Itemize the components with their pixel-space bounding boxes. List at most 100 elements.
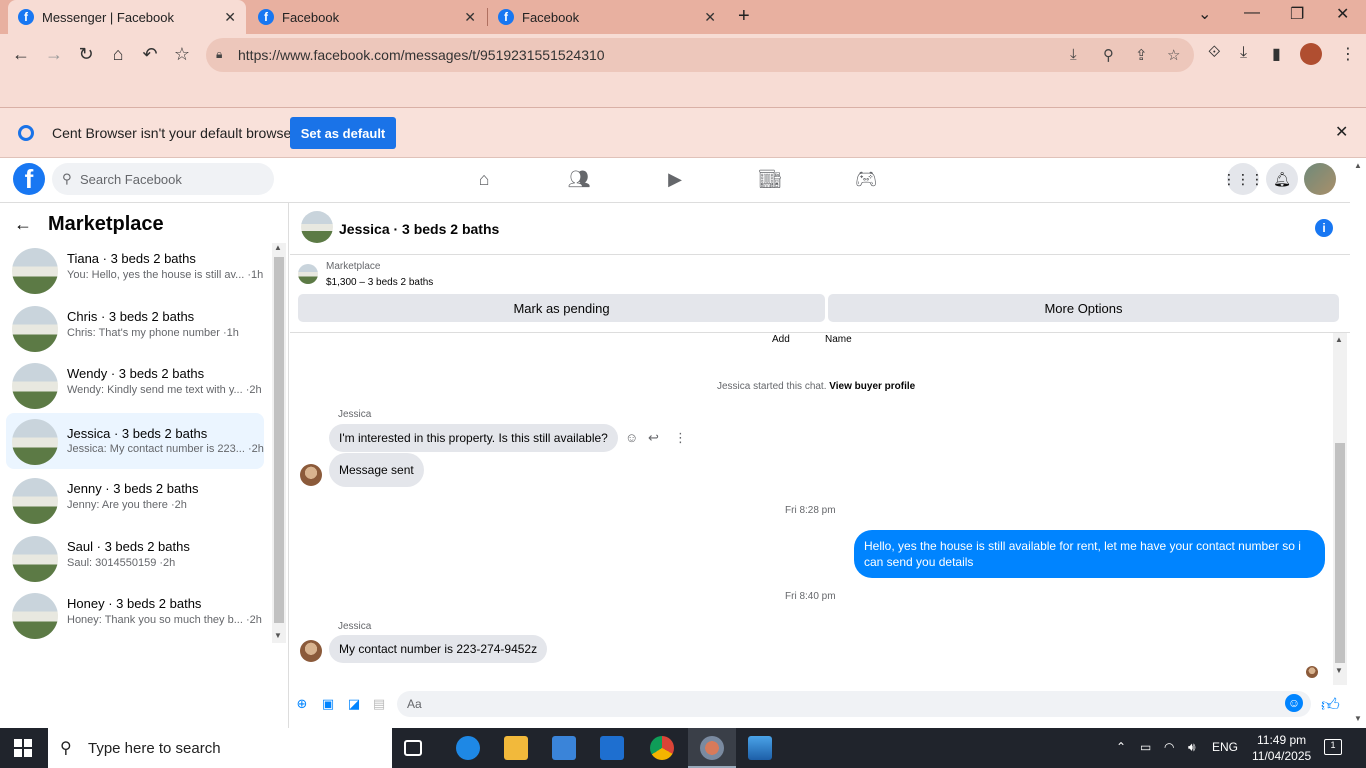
share-icon[interactable]: ⇪ [1135, 46, 1148, 64]
account-avatar[interactable] [1304, 163, 1336, 195]
sender-avatar[interactable] [300, 640, 322, 662]
incoming-message[interactable]: My contact number is 223-274-9452z [329, 635, 548, 663]
wifi-icon[interactable]: ◠ [1164, 740, 1174, 754]
conversation-item-selected[interactable]: Jessica · 3 beds 2 baths Jessica: My con… [6, 413, 264, 469]
sticker-icon[interactable]: ◪ [345, 696, 363, 714]
notifications-bell-icon[interactable]: 🔔︎ [1266, 163, 1298, 195]
install-app-icon[interactable]: ⤓ [1070, 46, 1077, 63]
more-options-button[interactable]: More Options [828, 294, 1339, 322]
chrome-icon[interactable] [650, 736, 674, 760]
facebook-search-input[interactable]: ⚲ Search Facebook [52, 163, 274, 195]
restore-icon[interactable]: ❐ [1290, 4, 1304, 24]
watch-nav-icon[interactable]: ▶ [663, 169, 687, 191]
scroll-down-icon[interactable]: ▼ [1335, 666, 1343, 675]
scroll-down-icon[interactable]: ▼ [1354, 714, 1362, 723]
volume-icon[interactable]: 🔊︎ [1188, 740, 1196, 755]
tab-close-icon[interactable]: ✕ [464, 9, 476, 26]
menu-grid-icon[interactable]: ⋮⋮⋮ [1222, 163, 1264, 195]
address-url[interactable]: https://www.facebook.com/messages/t/9519… [238, 47, 605, 63]
marketplace-nav-icon[interactable]: 🏬︎ [758, 169, 782, 191]
file-explorer-icon[interactable] [504, 736, 528, 760]
photos-icon[interactable] [748, 736, 772, 760]
chat-title[interactable]: Jessica · 3 beds 2 baths [339, 221, 499, 237]
bookmark-star-icon[interactable]: ☆ [171, 44, 193, 65]
sender-avatar[interactable] [300, 464, 322, 486]
incoming-message[interactable]: Message sent [329, 453, 424, 487]
tab-search-chevron-icon[interactable]: ⌄ [1198, 4, 1211, 24]
cent-browser-icon[interactable] [700, 736, 724, 760]
conversation-scrollbar[interactable]: ▲ ▼ [272, 243, 286, 643]
minimize-icon[interactable]: — [1244, 4, 1260, 22]
tab-close-icon[interactable]: ✕ [704, 9, 716, 26]
conversation-item[interactable]: Honey · 3 beds 2 baths Honey: Thank you … [6, 589, 264, 645]
scroll-up-icon[interactable]: ▲ [1354, 161, 1362, 170]
tab-messenger[interactable]: f Messenger | Facebook ✕ [8, 0, 246, 34]
scroll-up-icon[interactable]: ▲ [274, 243, 282, 252]
download-icon[interactable]: ⤓ [1240, 44, 1247, 62]
back-arrow-icon[interactable]: ← [14, 214, 32, 235]
back-icon[interactable]: ← [10, 44, 32, 65]
crop-screenshot-icon[interactable]: ⟐ [1208, 44, 1221, 62]
incoming-message[interactable]: I'm interested in this property. Is this… [329, 424, 618, 452]
task-view-icon[interactable] [404, 740, 422, 756]
info-icon[interactable]: i [1315, 219, 1333, 237]
conversation-item[interactable]: Saul · 3 beds 2 baths Saul: 3014550159 ·… [6, 532, 264, 588]
edge-icon[interactable] [456, 736, 480, 760]
home-nav-icon[interactable]: ⌂ [472, 169, 496, 191]
chat-listing-avatar[interactable] [301, 211, 333, 243]
new-tab-icon[interactable]: + [738, 5, 750, 28]
page-scrollbar[interactable]: ▲ ▼ [1350, 159, 1366, 728]
taskbar-clock[interactable]: 11:49 pm 11/04/2025 [1252, 732, 1311, 764]
outgoing-message[interactable]: Hello, yes the house is still available … [854, 530, 1325, 578]
conversation-item[interactable]: Wendy · 3 beds 2 baths Wendy: Kindly sen… [6, 359, 264, 415]
battery-icon[interactable]: ▭ [1140, 740, 1151, 754]
window-close-icon[interactable]: ✕ [1336, 4, 1349, 24]
set-as-default-button[interactable]: Set as default [290, 117, 396, 149]
reply-icon[interactable]: ↩ [648, 430, 659, 446]
language-indicator[interactable]: ENG [1212, 740, 1238, 754]
scroll-down-icon[interactable]: ▼ [274, 631, 282, 640]
mark-as-pending-button[interactable]: Mark as pending [298, 294, 825, 322]
undo-close-tab-icon[interactable]: ↶ [139, 44, 161, 65]
taskbar-search-box[interactable]: ⚲ Type here to search [48, 728, 392, 768]
scrollbar-thumb[interactable] [274, 257, 284, 623]
friends-nav-icon[interactable]: 👥︎ [567, 169, 591, 191]
address-bar[interactable]: 🔒︎ https://www.facebook.com/messages/t/9… [206, 38, 1194, 72]
browser-menu-icon[interactable]: ⋮ [1340, 44, 1356, 64]
tab-close-icon[interactable]: ✕ [224, 9, 236, 26]
conversation-item[interactable]: Tiana · 3 beds 2 baths You: Hello, yes t… [6, 244, 264, 300]
bookmark-page-star-icon[interactable]: ☆ [1167, 46, 1180, 64]
react-emoji-icon[interactable]: ☺ [625, 430, 638, 445]
listing-small-thumbnail[interactable] [298, 264, 318, 284]
emoji-icon[interactable]: ☺ [1285, 694, 1303, 712]
thumbs-up-icon[interactable]: 👍︎ [1321, 694, 1340, 716]
windows-start-icon[interactable] [14, 739, 32, 757]
scrollbar-thumb[interactable] [1335, 443, 1345, 663]
forward-icon[interactable]: → [43, 44, 65, 65]
microsoft-store-icon[interactable] [552, 736, 576, 760]
more-actions-icon[interactable]: ⋮ [674, 430, 687, 446]
tab-facebook-1[interactable]: f Facebook ✕ [248, 0, 486, 34]
chat-scrollbar[interactable]: ▲ ▼ [1333, 333, 1347, 685]
conversation-name: Chris · 3 beds 2 baths [67, 309, 195, 324]
notification-center-icon[interactable]: 1 [1324, 739, 1342, 755]
browser-profile-avatar[interactable] [1300, 43, 1322, 65]
message-input[interactable]: Aa ☺ [397, 691, 1311, 717]
tab-facebook-2[interactable]: f Facebook ✕ [488, 0, 726, 34]
attach-photo-icon[interactable]: ▣ [319, 696, 337, 714]
conversation-item[interactable]: Jenny · 3 beds 2 baths Jenny: Are you th… [6, 474, 264, 530]
gaming-nav-icon[interactable]: 🎮︎ [854, 169, 878, 191]
gif-icon[interactable]: ▤ [370, 696, 388, 714]
scroll-up-icon[interactable]: ▲ [1335, 335, 1343, 344]
view-buyer-profile-link[interactable]: View buyer profile [829, 381, 915, 392]
show-hidden-icons-chevron-icon[interactable]: ⌃ [1116, 740, 1126, 754]
zoom-icon[interactable]: ⚲ [1103, 46, 1114, 64]
sidebar-icon[interactable]: ▮ [1272, 44, 1281, 64]
add-plus-icon[interactable]: ⊕ [293, 696, 311, 714]
facebook-logo-icon[interactable]: f [13, 163, 45, 195]
home-icon[interactable]: ⌂ [107, 44, 129, 65]
mail-icon[interactable] [600, 736, 624, 760]
infobar-close-icon[interactable]: ✕ [1335, 122, 1348, 142]
conversation-item[interactable]: Chris · 3 beds 2 baths Chris: That's my … [6, 302, 264, 358]
reload-icon[interactable]: ↻ [75, 44, 97, 65]
